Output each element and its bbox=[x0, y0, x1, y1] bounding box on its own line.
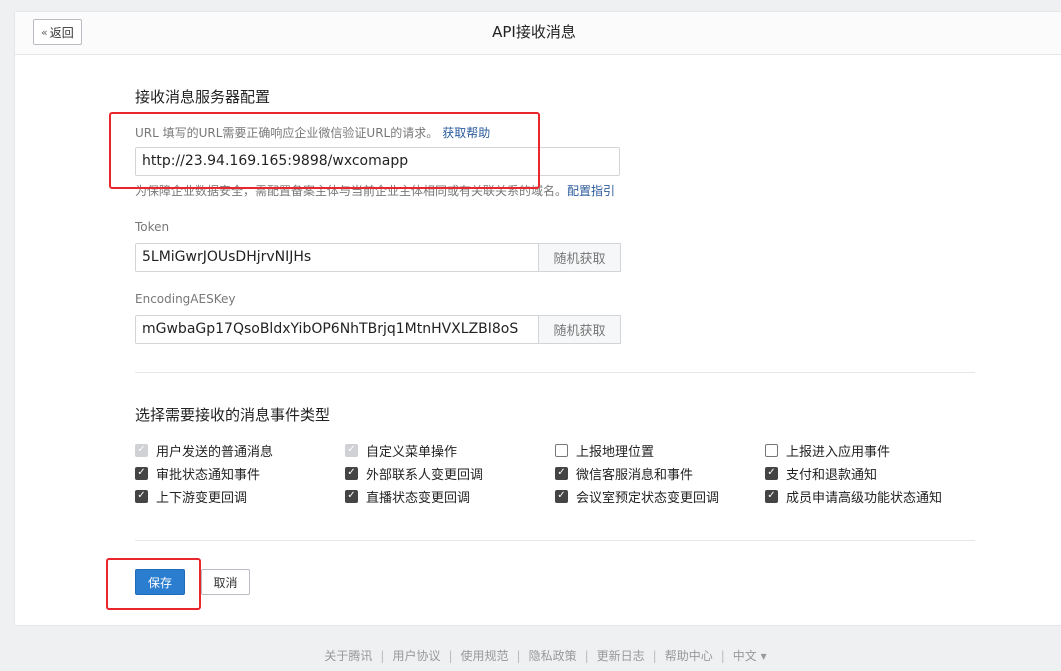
footer-link[interactable]: 帮助中心 bbox=[665, 649, 713, 663]
url-label-text: URL 填写的URL需要正确响应企业微信验证URL的请求。 bbox=[135, 126, 439, 140]
footer-separator: | bbox=[652, 649, 657, 663]
event-checkbox-item[interactable]: ✓ 直播状态变更回调 bbox=[345, 487, 555, 506]
aes-key-label: EncodingAESKey bbox=[135, 292, 236, 306]
page-title: API接收消息 bbox=[492, 23, 576, 41]
language-selector[interactable]: 中文 ▾ bbox=[733, 649, 767, 663]
check-icon: ✓ bbox=[557, 490, 566, 501]
divider bbox=[135, 372, 975, 373]
check-icon: ✓ bbox=[767, 467, 776, 478]
main-panel: « 返回 API接收消息 接收消息服务器配置 URL 填写的URL需要正确响应企… bbox=[14, 11, 1061, 626]
footer-separator: | bbox=[720, 649, 725, 663]
check-icon: ✓ bbox=[347, 467, 356, 478]
footer-separator: | bbox=[584, 649, 589, 663]
event-checkbox-item[interactable]: ✓ 外部联系人变更回调 bbox=[345, 464, 555, 483]
event-label: 自定义菜单操作 bbox=[366, 444, 458, 460]
token-random-button[interactable]: 随机获取 bbox=[539, 243, 621, 272]
event-label: 外部联系人变更回调 bbox=[366, 467, 484, 483]
footer-separator: | bbox=[448, 649, 453, 663]
check-icon: ✓ bbox=[137, 467, 146, 478]
footer-separator: | bbox=[516, 649, 521, 663]
event-checkbox-item[interactable]: 上报地理位置 bbox=[555, 441, 765, 460]
footer-link[interactable]: 使用规范 bbox=[461, 649, 509, 663]
check-icon: ✓ bbox=[767, 490, 776, 501]
event-label: 成员申请高级功能状态通知 bbox=[786, 490, 943, 506]
url-input[interactable]: http://23.94.169.165:9898/wxcomapp bbox=[135, 147, 620, 176]
checkbox[interactable] bbox=[765, 443, 778, 457]
domain-note-text: 为保障企业数据安全，需配置备案主体与当前企业主体相同或有关联关系的域名。 bbox=[135, 184, 568, 198]
page-header: « 返回 API接收消息 bbox=[15, 12, 1061, 55]
url-help-link[interactable]: 获取帮助 bbox=[442, 126, 490, 140]
checkbox: ✓ bbox=[135, 443, 148, 457]
event-label: 直播状态变更回调 bbox=[366, 490, 471, 506]
events-title: 选择需要接收的消息事件类型 bbox=[135, 406, 331, 424]
aes-key-field: mGwbaGp17QsoBldxYibOP6NhTBrjq1MtnHVXLZBI… bbox=[135, 315, 621, 344]
checkbox[interactable]: ✓ bbox=[345, 489, 358, 503]
token-field: 5LMiGwrJOUsDHjrvNIJHs 随机获取 bbox=[135, 243, 621, 272]
event-type-list: ✓ 用户发送的普通消息 ✓ 自定义菜单操作 上报地理位置 上报进入应用事件 ✓ 审批状态通知事… bbox=[135, 441, 995, 506]
divider bbox=[135, 540, 975, 541]
token-input[interactable]: 5LMiGwrJOUsDHjrvNIJHs bbox=[135, 243, 539, 272]
checkbox: ✓ bbox=[345, 443, 358, 457]
event-checkbox-item[interactable]: ✓ 微信客服消息和事件 bbox=[555, 464, 765, 483]
domain-config-guide-link[interactable]: 配置指引 bbox=[567, 184, 615, 198]
check-icon: ✓ bbox=[347, 490, 356, 501]
footer-link[interactable]: 关于腾讯 bbox=[324, 649, 372, 663]
footer: 关于腾讯 | 用户协议 | 使用规范 | 隐私政策 | 更新日志 | 帮助中心 | 中文 ▾ bbox=[0, 647, 1061, 664]
checkbox[interactable]: ✓ bbox=[135, 489, 148, 503]
event-checkbox-item: ✓ 自定义菜单操作 bbox=[345, 441, 555, 460]
event-label: 微信客服消息和事件 bbox=[576, 467, 694, 483]
checkbox[interactable]: ✓ bbox=[345, 466, 358, 480]
check-icon: ✓ bbox=[557, 467, 566, 478]
check-icon: ✓ bbox=[137, 490, 146, 501]
event-checkbox-item[interactable]: 上报进入应用事件 bbox=[765, 441, 975, 460]
event-label: 审批状态通知事件 bbox=[156, 467, 261, 483]
domain-note: 为保障企业数据安全，需配置备案主体与当前企业主体相同或有关联关系的域名。配置指引 bbox=[135, 182, 615, 199]
aes-key-input[interactable]: mGwbaGp17QsoBldxYibOP6NhTBrjq1MtnHVXLZBI… bbox=[135, 315, 539, 344]
footer-link[interactable]: 更新日志 bbox=[597, 649, 645, 663]
event-checkbox-item: ✓ 用户发送的普通消息 bbox=[135, 441, 345, 460]
token-label: Token bbox=[135, 220, 170, 234]
save-button[interactable]: 保存 bbox=[135, 569, 185, 595]
event-label: 会议室预定状态变更回调 bbox=[576, 490, 720, 506]
event-label: 上报地理位置 bbox=[576, 444, 655, 460]
event-label: 支付和退款通知 bbox=[786, 467, 878, 483]
checkbox[interactable]: ✓ bbox=[555, 489, 568, 503]
event-checkbox-item[interactable]: ✓ 审批状态通知事件 bbox=[135, 464, 345, 483]
footer-separator: | bbox=[380, 649, 385, 663]
checkbox[interactable]: ✓ bbox=[765, 466, 778, 480]
footer-link[interactable]: 用户协议 bbox=[392, 649, 440, 663]
event-checkbox-item[interactable]: ✓ 支付和退款通知 bbox=[765, 464, 975, 483]
cancel-button[interactable]: 取消 bbox=[201, 569, 250, 595]
server-config-title: 接收消息服务器配置 bbox=[135, 88, 271, 106]
checkbox[interactable]: ✓ bbox=[135, 466, 148, 480]
event-label: 上报进入应用事件 bbox=[786, 444, 891, 460]
aes-key-random-button[interactable]: 随机获取 bbox=[539, 315, 621, 344]
check-icon: ✓ bbox=[137, 444, 146, 455]
event-label: 上下游变更回调 bbox=[156, 490, 248, 506]
event-label: 用户发送的普通消息 bbox=[156, 444, 274, 460]
checkbox[interactable]: ✓ bbox=[765, 489, 778, 503]
event-checkbox-item[interactable]: ✓ 上下游变更回调 bbox=[135, 487, 345, 506]
check-icon: ✓ bbox=[347, 444, 356, 455]
checkbox[interactable] bbox=[555, 443, 568, 457]
checkbox[interactable]: ✓ bbox=[555, 466, 568, 480]
event-checkbox-item[interactable]: ✓ 成员申请高级功能状态通知 bbox=[765, 487, 975, 506]
url-label: URL 填写的URL需要正确响应企业微信验证URL的请求。 获取帮助 bbox=[135, 124, 490, 141]
footer-link[interactable]: 隐私政策 bbox=[529, 649, 577, 663]
event-checkbox-item[interactable]: ✓ 会议室预定状态变更回调 bbox=[555, 487, 765, 506]
